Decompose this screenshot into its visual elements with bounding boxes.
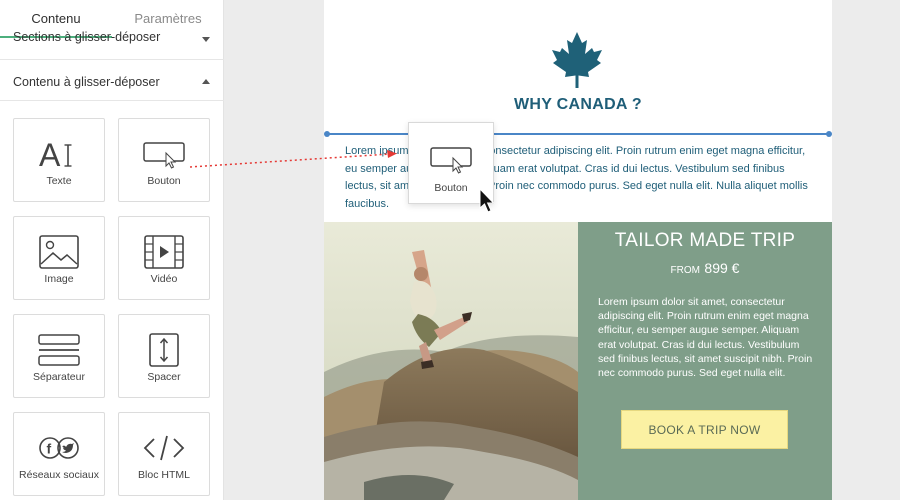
button-icon — [119, 135, 209, 173]
tile-label: Bloc HTML — [138, 469, 190, 481]
trip-title: TAILOR MADE TRIP — [614, 230, 796, 251]
tile-label: Séparateur — [33, 371, 85, 383]
social-icon: f — [14, 429, 104, 467]
trip-panel: TAILOR MADE TRIP FROM 899 € Lorem ipsum … — [578, 222, 832, 500]
tile-image[interactable]: Image — [13, 216, 105, 300]
sections-accordion-header[interactable]: Sections à glisser-déposer — [0, 28, 224, 60]
trip-price: FROM 899 € — [578, 260, 832, 278]
divider — [0, 100, 224, 101]
tile-video[interactable]: Vidéo — [118, 216, 210, 300]
section-headline: WHY CANADA ? — [513, 96, 643, 113]
tile-label: Bouton — [147, 175, 181, 187]
button-icon — [409, 143, 493, 175]
tile-label: Vidéo — [150, 273, 178, 285]
content-accordion-header[interactable]: Contenu à glisser-déposer — [0, 70, 224, 94]
text-icon: A — [14, 135, 104, 173]
price-value: 899 € — [704, 260, 740, 276]
tile-html[interactable]: Bloc HTML — [118, 412, 210, 496]
tile-label: Texte — [46, 175, 72, 187]
image-icon — [14, 233, 104, 271]
email-canvas: WHY CANADA ? Lorem ipsum dolor sit amet,… — [324, 0, 832, 500]
trip-description: Lorem ipsum dolor sit amet, consectetur … — [598, 296, 813, 380]
drop-indicator — [324, 131, 832, 137]
tile-label: Image — [44, 273, 74, 285]
divider-icon — [14, 331, 104, 369]
html-icon — [119, 429, 209, 467]
trip-section: TAILOR MADE TRIP FROM 899 € Lorem ipsum … — [324, 222, 832, 500]
tile-divider[interactable]: Séparateur — [13, 314, 105, 398]
tile-label: Réseaux sociaux — [19, 469, 99, 481]
book-trip-button[interactable]: BOOK A TRIP NOW — [621, 410, 788, 449]
video-icon — [119, 233, 209, 271]
chevron-down-icon — [202, 37, 210, 42]
hero-photo[interactable] — [324, 222, 578, 500]
tile-social[interactable]: f Réseaux sociaux — [13, 412, 105, 496]
chevron-up-icon — [202, 79, 210, 84]
maple-leaf-icon — [552, 32, 602, 88]
builder-sidebar: Contenu Paramètres Sections à glisser-dé… — [0, 0, 224, 500]
price-prefix: FROM — [670, 265, 700, 276]
content-accordion-label: Contenu à glisser-déposer — [13, 75, 160, 89]
svg-text:f: f — [47, 441, 52, 457]
sections-accordion-label: Sections à glisser-déposer — [13, 30, 161, 44]
svg-text:A: A — [39, 137, 61, 171]
spacer-icon — [119, 331, 209, 369]
tile-button[interactable]: Bouton — [118, 118, 210, 202]
tile-text[interactable]: A Texte — [13, 118, 105, 202]
mouse-cursor-icon — [479, 188, 495, 213]
tile-label: Spacer — [147, 371, 181, 383]
tile-spacer[interactable]: Spacer — [118, 314, 210, 398]
